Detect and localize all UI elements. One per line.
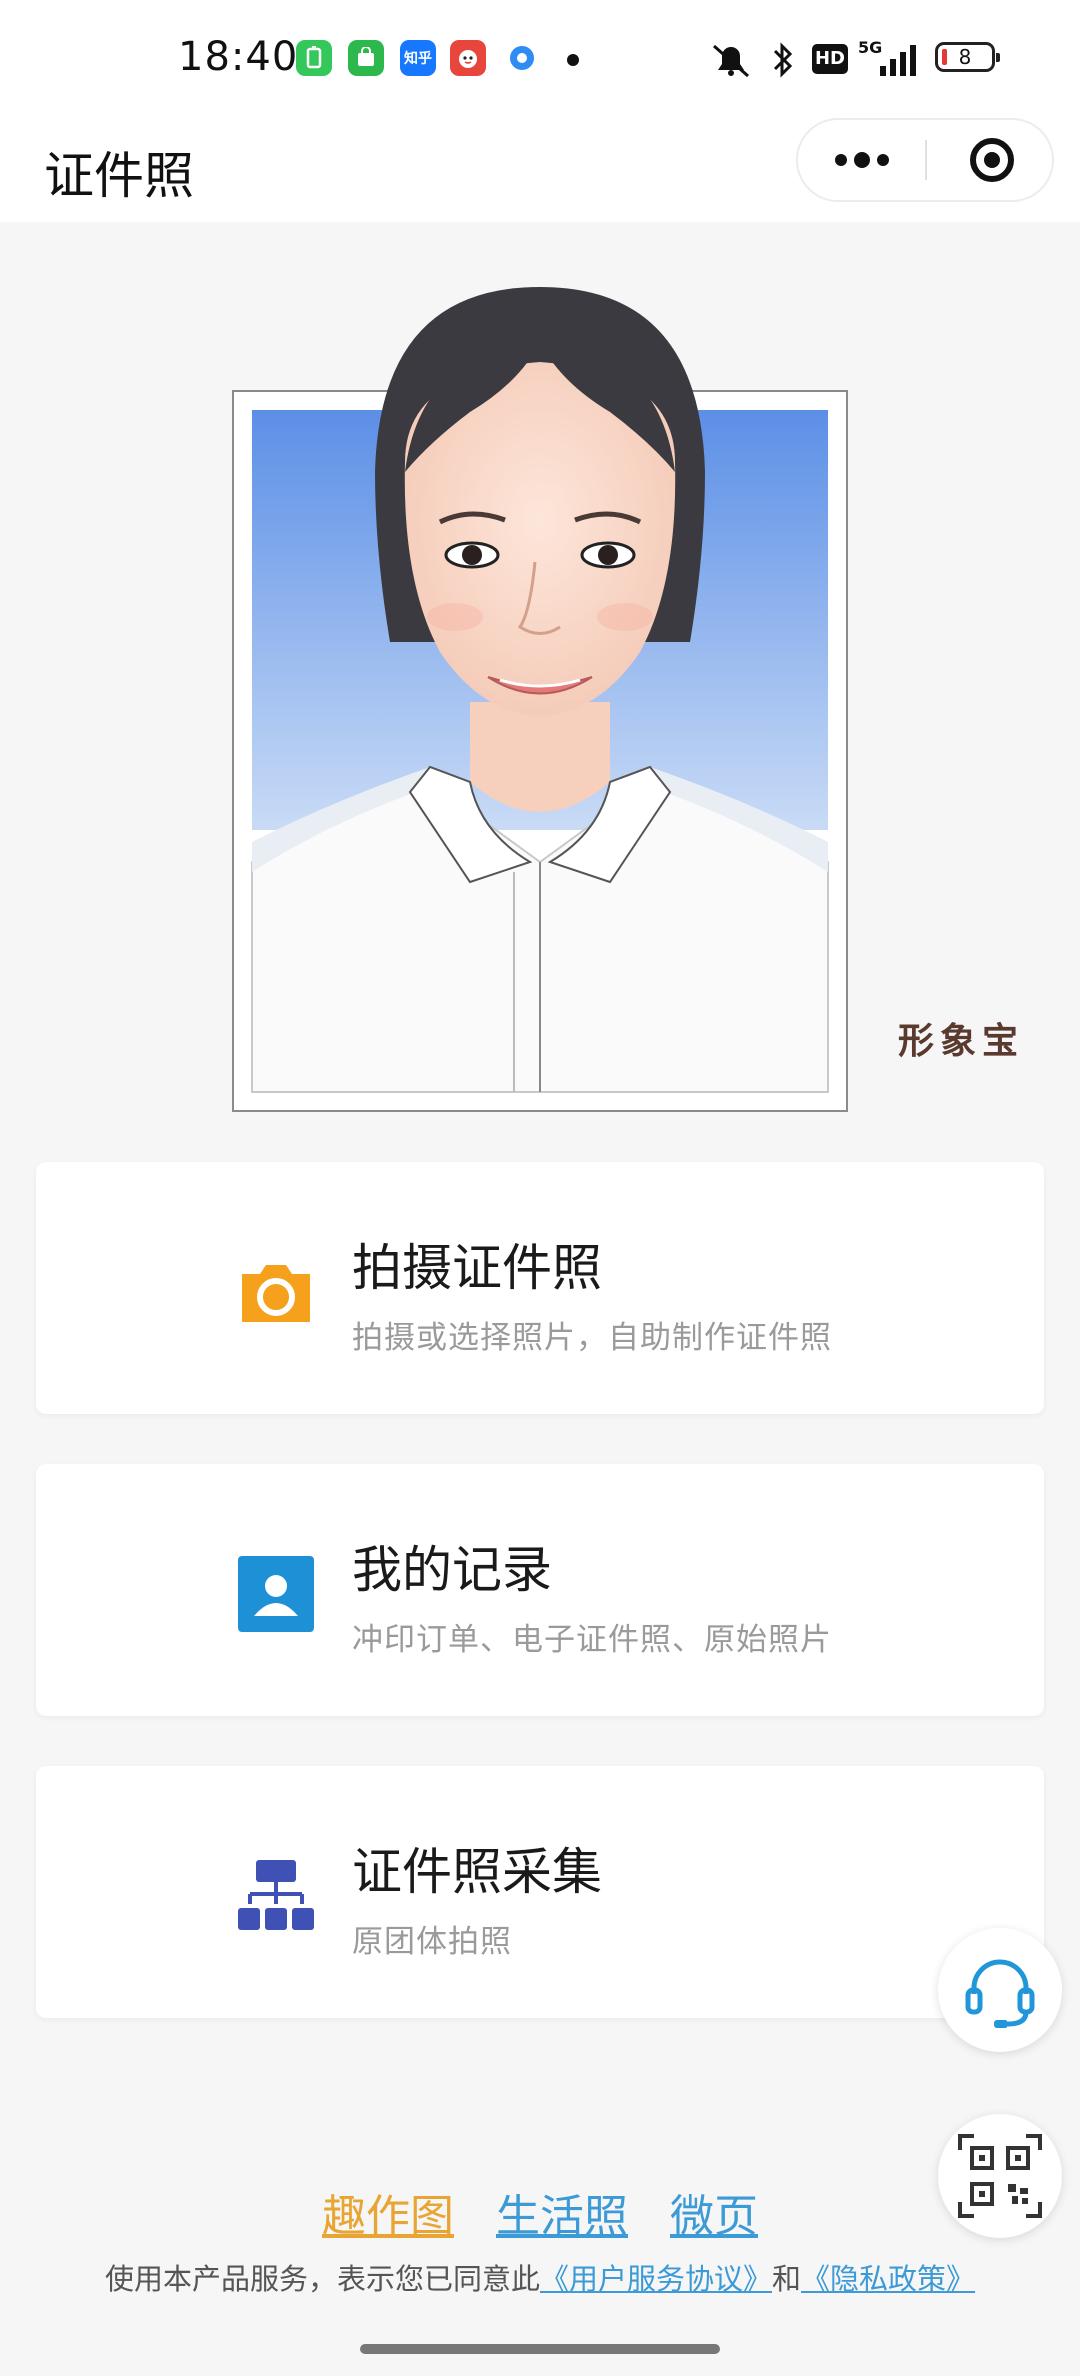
hero-section: 形象宝: [0, 222, 1080, 1122]
mini-program-capsule: [796, 118, 1054, 202]
agreement-prefix: 使用本产品服务，表示您已同意此: [104, 2262, 540, 2296]
card-title: 拍摄证件照: [352, 1239, 602, 1297]
card-take-id-photo[interactable]: 拍摄证件照 拍摄或选择照片，自助制作证件照: [36, 1162, 1044, 1414]
shopping-app-icon: [348, 40, 384, 76]
signal-icon: [880, 45, 916, 76]
status-bar: 18:40 知乎 HD 5G 8: [0, 0, 1080, 118]
page-title: 证件照: [44, 147, 194, 205]
target-close-icon[interactable]: [970, 138, 1014, 182]
card-subtitle: 冲印订单、电子证件照、原始照片: [352, 1622, 832, 1658]
sample-portrait-illustration: [251, 287, 829, 1093]
home-indicator[interactable]: [360, 2344, 720, 2354]
battery-indicator: 8: [935, 42, 1000, 72]
card-id-photo-collection[interactable]: 证件照采集 原团体拍照: [36, 1766, 1044, 2018]
footer-links: 趣作图 生活照 微页: [0, 2180, 1080, 2244]
battery-app-icon: [296, 40, 332, 76]
card-subtitle: 原团体拍照: [352, 1924, 512, 1960]
hd-badge: HD: [812, 44, 848, 74]
more-dots-icon: [835, 154, 847, 166]
brand-label: 形象宝: [898, 1021, 1025, 1062]
user-card-icon: [238, 1556, 314, 1632]
link-quzuotu[interactable]: 趣作图: [322, 2180, 454, 2244]
capsule-divider: [925, 140, 927, 180]
nav-bar: 证件照: [0, 118, 1080, 222]
card-title: 证件照采集: [352, 1843, 602, 1901]
card-title: 我的记录: [352, 1541, 552, 1599]
agreement-and: 和: [772, 2262, 802, 2296]
customer-support-button[interactable]: [938, 1928, 1062, 2052]
agreement-text: 使用本产品服务，表示您已同意此《用户服务协议》和《隐私政策》: [0, 2256, 1080, 2298]
card-subtitle: 拍摄或选择照片，自助制作证件照: [352, 1320, 832, 1356]
red-mascot-app-icon: [450, 40, 486, 76]
camera-icon: [242, 1265, 310, 1322]
zhihu-app-icon: 知乎: [400, 40, 436, 76]
link-weiye[interactable]: 微页: [670, 2180, 758, 2244]
privacy-policy-link[interactable]: 《隐私政策》: [801, 2262, 975, 2296]
link-shenghuozhao[interactable]: 生活照: [496, 2180, 628, 2244]
blue-circle-app-icon: [504, 40, 540, 76]
card-my-records[interactable]: 我的记录 冲印订单、电子证件照、原始照片: [36, 1464, 1044, 1716]
notification-dot-icon: [567, 54, 579, 66]
more-button[interactable]: [798, 120, 926, 200]
org-chart-icon: [238, 1860, 314, 1930]
mute-bell-icon: [713, 44, 749, 78]
bluetooth-icon: [773, 42, 793, 78]
headset-icon: [965, 1959, 1035, 2028]
status-time: 18:40: [178, 34, 299, 80]
user-agreement-link[interactable]: 《用户服务协议》: [540, 2262, 772, 2296]
